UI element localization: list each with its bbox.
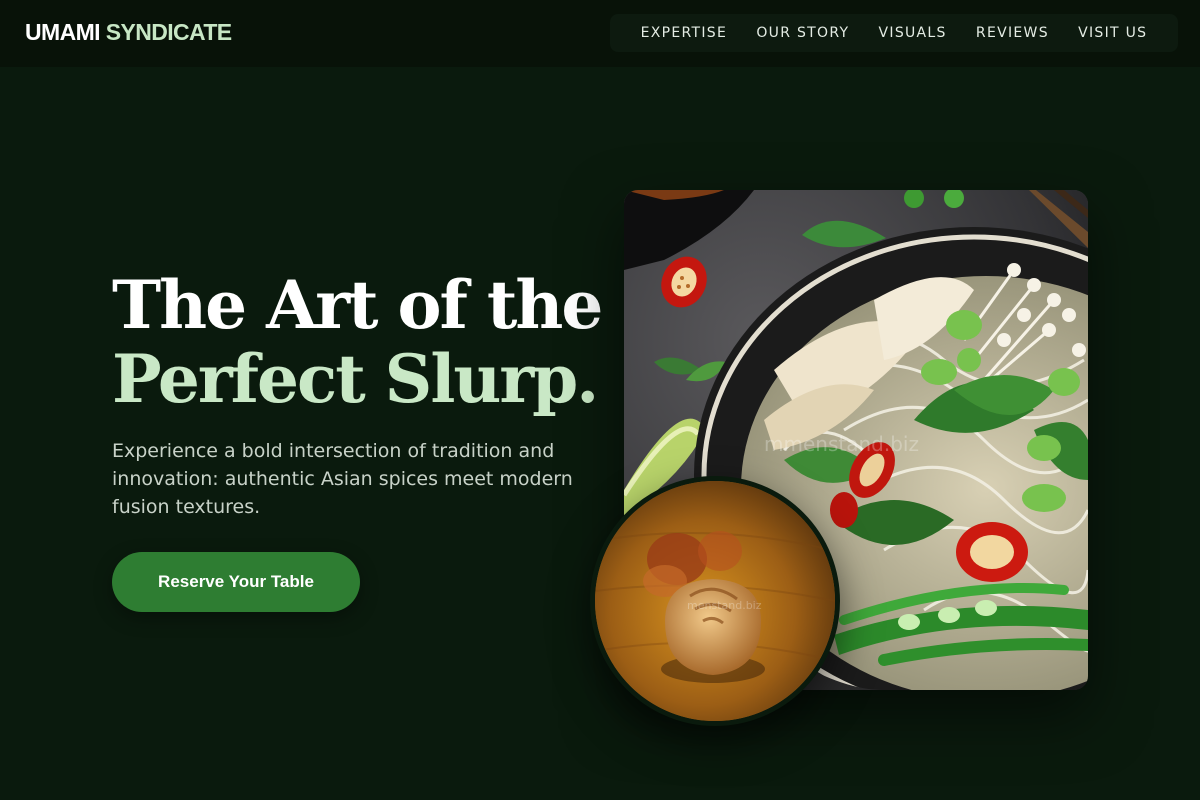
main-nav: EXPERTISE OUR STORY VISUALS REVIEWS VISI… bbox=[610, 14, 1178, 52]
top-navigation-bar: UMAMI SYNDICATE EXPERTISE OUR STORY VISU… bbox=[0, 0, 1200, 67]
nav-item-visuals[interactable]: VISUALS bbox=[879, 25, 947, 41]
main-image-watermark: mmenstand.biz bbox=[764, 432, 919, 456]
small-image-watermark: menstand.biz bbox=[687, 599, 762, 612]
reserve-table-button[interactable]: Reserve Your Table bbox=[112, 552, 360, 612]
nav-item-visit-us[interactable]: VISIT US bbox=[1078, 25, 1147, 41]
brand-name-accent: SYNDICATE bbox=[105, 19, 232, 45]
brand-logo[interactable]: UMAMI SYNDICATE bbox=[25, 19, 232, 46]
nav-item-reviews[interactable]: REVIEWS bbox=[976, 25, 1049, 41]
nav-item-our-story[interactable]: OUR STORY bbox=[756, 25, 849, 41]
hero-subtitle: Experience a bold intersection of tradit… bbox=[112, 440, 573, 518]
hero-title-line-2: Perfect Slurp. bbox=[112, 340, 599, 418]
hero-title: The Art of the Perfect Slurp. bbox=[112, 266, 603, 418]
dumpling-image: menstand.biz bbox=[590, 476, 840, 726]
brand-name-primary: UMAMI bbox=[25, 19, 101, 45]
hero-title-line-1: The Art of the bbox=[112, 266, 603, 344]
nav-item-expertise[interactable]: EXPERTISE bbox=[641, 25, 728, 41]
